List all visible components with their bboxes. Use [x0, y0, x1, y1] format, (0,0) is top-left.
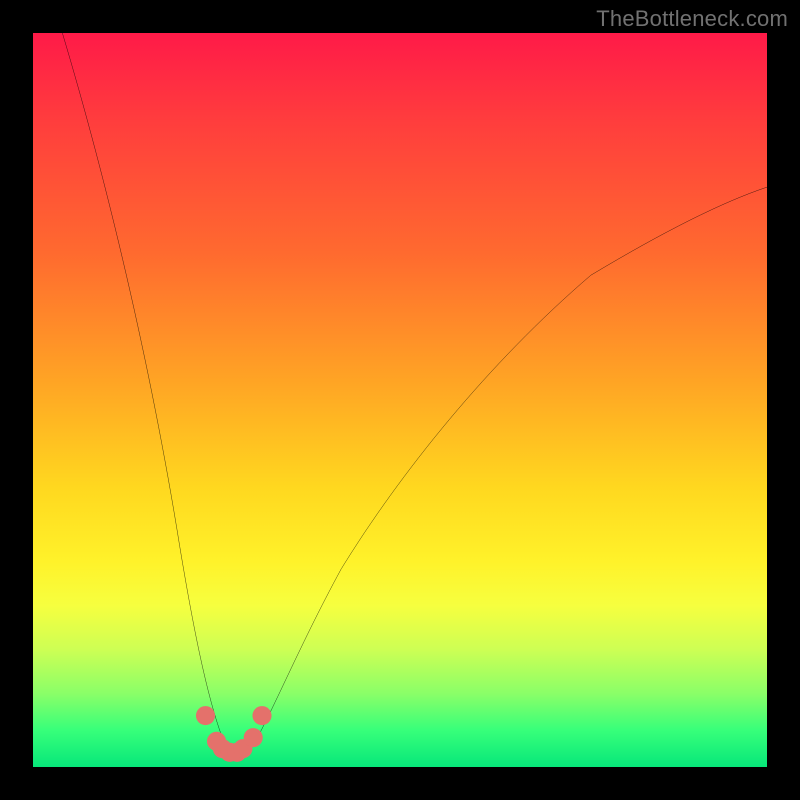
bottleneck-plot	[33, 33, 767, 767]
watermark-text: TheBottleneck.com	[596, 6, 788, 32]
chart-frame: TheBottleneck.com	[0, 0, 800, 800]
bottleneck-curve-path	[62, 33, 767, 759]
trough-markers	[196, 706, 272, 762]
plot-area	[33, 33, 767, 767]
